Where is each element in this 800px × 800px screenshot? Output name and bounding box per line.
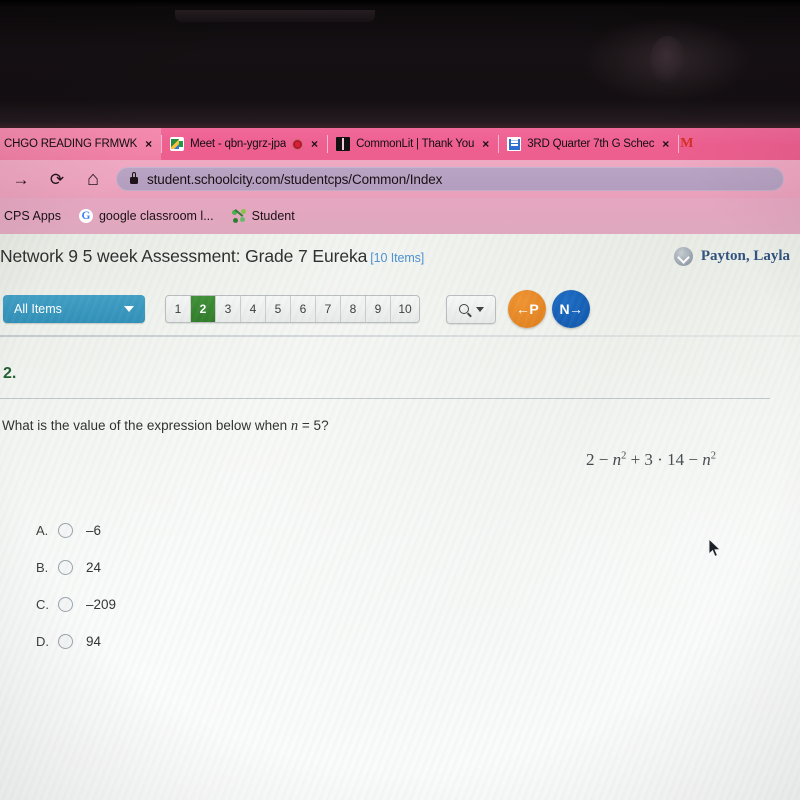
forward-icon[interactable]: → [6,171,36,188]
radio-button[interactable] [58,634,73,649]
page-title: Network 9 5 week Assessment: Grade 7 Eur… [0,246,424,267]
expr-var-1: n [612,450,622,469]
browser-tab-gmail-partial[interactable]: M [678,128,695,160]
browser-omnibar: → ⟳ ⌂ student.schoolcity.com/studentcps/… [0,160,800,198]
prompt-text-before: What is the value of the expression belo… [2,418,291,433]
expr-var-2: n [702,450,711,469]
pager-item-4[interactable]: 4 [241,296,266,322]
radio-button[interactable] [58,523,73,538]
browser-tab-chgo-reading[interactable]: CHGO READING FRMWK × [0,128,162,160]
bezel-notch [175,10,375,22]
recording-indicator-icon [292,138,304,150]
pager-item-8[interactable]: 8 [341,296,366,322]
close-icon[interactable]: × [480,138,491,150]
bookmark-label: CPS Apps [4,209,61,223]
choice-value: 94 [86,634,102,649]
choice-value: –209 [86,597,117,612]
choice-letter: B. [36,560,49,575]
pager-item-1[interactable]: 1 [166,296,191,322]
prompt-text-after: = 5? [298,418,329,433]
math-expression: 2 − n2 + 3 · 14 − n2 [586,450,716,470]
close-icon[interactable]: × [660,138,671,150]
bookmark-cps-apps[interactable]: CPS Apps [4,209,61,223]
browser-tab-strip: CHGO READING FRMWK × Meet - qbn-ygrz-jpa… [0,128,800,160]
bookmark-google-classroom[interactable]: G google classroom l... [78,209,214,223]
answer-choices: A. –6 B. 24 C. –209 D. 94 [36,512,116,660]
browser-tab-meet[interactable]: Meet - qbn-ygrz-jpa × [161,128,327,160]
google-docs-icon [507,137,522,151]
photographed-screen: CHGO READING FRMWK × Meet - qbn-ygrz-jpa… [0,0,800,800]
laptop-bezel [0,0,800,128]
student-name: Payton, Layla [700,248,790,264]
expr-term-1: 2 − [586,450,613,469]
tab-title: CommonLit | Thank You [356,138,475,150]
all-items-label: All Items [14,302,62,316]
pager-item-3[interactable]: 3 [216,296,241,322]
answer-choice-d[interactable]: D. 94 [36,623,116,660]
bookmark-label: google classroom l... [98,209,214,223]
reload-icon[interactable]: ⟳ [42,171,72,188]
home-icon[interactable]: ⌂ [78,169,108,189]
address-bar[interactable]: student.schoolcity.com/studentcps/Common… [116,167,784,191]
answer-choice-c[interactable]: C. –209 [36,586,116,623]
pager-item-5[interactable]: 5 [266,296,291,322]
assessment-title-text: Network 9 5 week Assessment: Grade 7 Eur… [0,246,368,266]
next-item-button[interactable]: N→ [552,290,590,328]
expr-exp-2: 2 [710,450,716,462]
close-icon[interactable]: × [143,138,154,150]
all-items-dropdown[interactable]: All Items [3,295,145,323]
schoolcity-assessment-app: Network 9 5 week Assessment: Grade 7 Eur… [0,234,800,800]
browser-tab-3rd-quarter-schedule[interactable]: 3RD Quarter 7th G Schec × [498,128,678,160]
chevron-down-circle-icon [673,247,693,266]
tab-title: CHGO READING FRMWK [4,138,138,150]
question-divider [0,398,770,399]
chevron-down-icon [475,306,484,312]
header-divider [0,335,800,337]
previous-item-button[interactable]: ←P [508,290,546,328]
radio-button[interactable] [58,560,73,575]
pager-item-7[interactable]: 7 [316,296,341,322]
pager-item-9[interactable]: 9 [366,296,391,322]
question-number: 2. [3,365,17,382]
choice-value: 24 [86,560,102,575]
answer-choice-b[interactable]: B. 24 [36,549,116,586]
expr-term-2: + 3 · 14 − [626,450,703,469]
assessment-toolbar: All Items 1 2 3 4 5 6 7 8 9 10 ←P N→ [0,286,800,332]
item-count-badge: [10 Items] [370,251,425,265]
lock-icon [130,172,138,184]
google-meet-icon [170,137,185,151]
webcam-reflection [650,36,686,84]
answer-choice-a[interactable]: A. –6 [36,512,116,549]
chevron-down-icon [124,306,134,312]
choice-letter: D. [36,634,49,649]
bookmark-student[interactable]: Student [231,209,295,223]
choice-letter: C. [36,597,49,612]
close-icon[interactable]: × [309,138,320,150]
question-prompt: What is the value of the expression belo… [2,418,329,435]
choice-letter: A. [36,523,49,538]
schoolcity-icon [231,209,246,223]
tab-title: Meet - qbn-ygrz-jpa [190,138,287,150]
item-pager: 1 2 3 4 5 6 7 8 9 10 [165,295,420,323]
search-dropdown-button[interactable] [446,294,496,324]
search-icon [458,304,469,314]
bookmark-label: Student [251,209,295,223]
student-menu[interactable]: Payton, Layla [673,247,790,266]
google-icon: G [78,209,93,223]
browser-tab-commonlit[interactable]: CommonLit | Thank You × [327,128,498,160]
gmail-icon: M [680,136,694,151]
pager-item-6[interactable]: 6 [291,296,316,322]
url-text: student.schoolcity.com/studentcps/Common… [147,171,443,187]
pager-item-2[interactable]: 2 [191,296,216,322]
commonlit-book-icon [336,137,351,151]
bookmarks-bar: CPS Apps G google classroom l... Student [0,198,800,234]
pager-item-10[interactable]: 10 [391,296,419,322]
radio-button[interactable] [58,597,73,612]
tab-title: 3RD Quarter 7th G Schec [527,138,655,150]
choice-value: –6 [86,523,102,538]
